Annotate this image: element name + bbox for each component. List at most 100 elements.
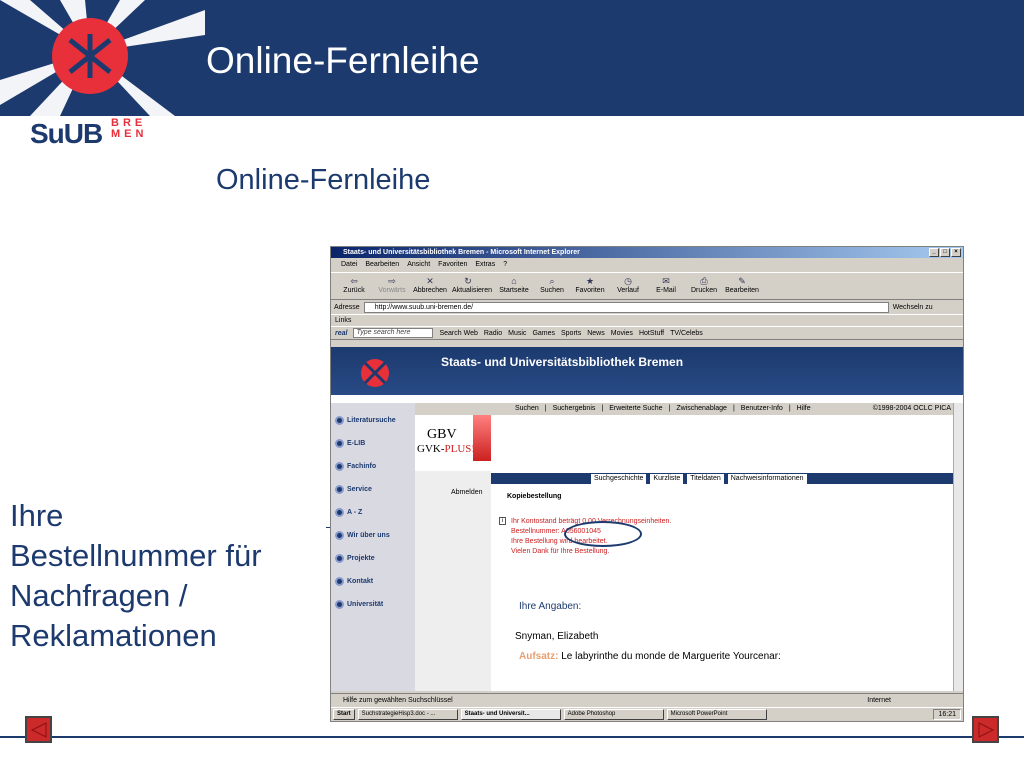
menu-item[interactable]: Favoriten	[438, 258, 467, 272]
home-button[interactable]: ⌂ Startseite	[495, 273, 533, 299]
opac-topnav: Suchen | Suchergebnis | Erweiterte Suche | …	[415, 403, 955, 415]
toolbar-label: Drucken	[690, 287, 718, 294]
sidenav-label: A - Z	[347, 509, 363, 516]
refresh-button[interactable]: ↻ Aktualisieren	[449, 273, 495, 299]
taskbar-item[interactable]: Staats- und Universit...	[460, 709, 561, 720]
sidenav-label: Kontakt	[347, 578, 374, 585]
sidenav-item[interactable]: Kontakt	[331, 570, 415, 593]
taskbar-clock: 16:21	[933, 709, 961, 720]
real-link[interactable]: TV/Celebs	[670, 330, 703, 337]
address-bar: Adresse http://www.suub.uni-bremen.de/ W…	[331, 300, 963, 314]
menu-item[interactable]: Datei	[341, 258, 357, 272]
print-button[interactable]: ⎙ Drucken	[685, 273, 723, 299]
logo-sub-bottom: MEN	[111, 128, 148, 140]
taskbar-item[interactable]: SuchstrategieHisp3.doc - ...	[357, 709, 458, 720]
logout-link[interactable]: Abmelden	[451, 489, 483, 496]
tab-nachweisinformationen[interactable]: Nachweisinformationen	[727, 474, 807, 484]
tab-titeldaten[interactable]: Titeldaten	[687, 474, 724, 484]
taskbar: Start SuchstrategieHisp3.doc - ... Staat…	[331, 707, 963, 721]
status-bar: Hilfe zum gewählten Suchschlüssel Intern…	[331, 693, 963, 707]
menu-item[interactable]: Bearbeiten	[365, 258, 399, 272]
topnav-link[interactable]: Benutzer-Info	[741, 403, 783, 415]
menu-item[interactable]: ?	[503, 258, 507, 272]
real-search-input[interactable]: Type search here	[353, 328, 434, 338]
tab-suchgeschichte[interactable]: Suchgeschichte	[591, 474, 647, 484]
real-link[interactable]: Music	[508, 330, 526, 337]
maximize-icon[interactable]: □	[940, 248, 950, 257]
real-link[interactable]: Movies	[611, 330, 633, 337]
next-slide-button[interactable]	[972, 716, 999, 743]
logo-text: SuUB	[30, 118, 103, 149]
sidenav-item[interactable]: Projekte	[331, 547, 415, 570]
real-link[interactable]: HotStuff	[639, 330, 664, 337]
real-link[interactable]: Sports	[561, 330, 581, 337]
toolbar-label: Startseite	[499, 287, 529, 294]
topnav-link[interactable]: Erweiterte Suche	[609, 403, 662, 415]
toolbar-label: Abbrechen	[413, 287, 447, 294]
tab-kurzliste[interactable]: Kurzliste	[650, 474, 684, 484]
forward-button[interactable]: ⇨ Vorwärts	[373, 273, 411, 299]
author-value: Snyman, Elizabeth	[515, 631, 599, 642]
toolbar-label: Vorwärts	[378, 287, 406, 294]
go-button[interactable]: Wechseln zu	[893, 304, 933, 311]
close-icon[interactable]: ×	[951, 248, 961, 257]
previous-slide-button[interactable]	[25, 716, 52, 743]
sidenav-item[interactable]: Wir über uns	[331, 524, 415, 547]
real-link[interactable]: News	[587, 330, 605, 337]
sidenav-item[interactable]: Fachinfo	[331, 455, 415, 478]
toolbar-label: Verlauf	[617, 287, 639, 294]
menu-item[interactable]: Ansicht	[407, 258, 430, 272]
vertical-scrollbar[interactable]	[953, 403, 963, 691]
gvk-label: GVK-	[417, 443, 445, 455]
real-link[interactable]: Radio	[484, 330, 502, 337]
address-label: Adresse	[334, 303, 360, 311]
taskbar-item[interactable]: Microsoft PowerPoint	[666, 709, 767, 720]
mail-button[interactable]: ✉ E-Mail	[647, 273, 685, 299]
sidenav-item[interactable]: E-LIB	[331, 432, 415, 455]
stop-icon: ✕	[426, 276, 434, 286]
favorites-button[interactable]: ★ Favoriten	[571, 273, 609, 299]
topnav-link[interactable]: Suchen	[515, 403, 539, 415]
edit-button[interactable]: ✎ Bearbeiten	[723, 273, 761, 299]
topnav-link[interactable]: Zwischenablage	[676, 403, 727, 415]
real-link[interactable]: Search Web	[439, 330, 477, 337]
sidenav-item[interactable]: Service	[331, 478, 415, 501]
sidenav-label: Service	[347, 486, 372, 493]
slide-subtitle: Online-Fernleihe	[216, 164, 431, 196]
search-button[interactable]: ⌕ Suchen	[533, 273, 571, 299]
footer-line	[0, 736, 1024, 738]
sidenav-label: Literatursuche	[347, 417, 396, 424]
bullet-icon	[335, 416, 344, 425]
bullet-icon	[335, 554, 344, 563]
window-title: Staats- und Universitätsbibliothek Breme…	[343, 249, 580, 256]
home-icon: ⌂	[511, 276, 517, 286]
menu-bar: Datei Bearbeiten Ansicht Favoriten Extra…	[331, 258, 963, 272]
history-button[interactable]: ◷ Verlauf	[609, 273, 647, 299]
sidenav-item[interactable]: A - Z	[331, 501, 415, 524]
links-bar[interactable]: Links	[331, 314, 963, 326]
window-titlebar: Staats- und Universitätsbibliothek Breme…	[331, 247, 963, 258]
site-banner: Staats- und Universitätsbibliothek Breme…	[331, 347, 963, 395]
real-link[interactable]: Games	[532, 330, 555, 337]
sidenav-item[interactable]: Literatursuche	[331, 409, 415, 432]
start-button[interactable]: Start	[333, 709, 355, 720]
taskbar-item[interactable]: Adobe Photoshop	[563, 709, 664, 720]
banner-title: Staats- und Universitätsbibliothek Breme…	[441, 355, 684, 369]
page-content: Staats- und Universitätsbibliothek Breme…	[331, 347, 963, 691]
topnav-link[interactable]: Suchergebnis	[553, 403, 596, 415]
sidenav-item[interactable]: Universität	[331, 593, 415, 616]
status-text: Hilfe zum gewählten Suchschlüssel	[343, 697, 453, 704]
toolbar-label: Bearbeiten	[725, 287, 759, 294]
aufsatz-label: Aufsatz:	[519, 651, 559, 662]
stop-button[interactable]: ✕ Abbrechen	[411, 273, 449, 299]
sidenav-label: Universität	[347, 601, 384, 608]
highlight-ellipse	[564, 521, 642, 547]
toolbar-label: Aktualisieren	[451, 287, 493, 294]
back-button[interactable]: ⇦ Zurück	[335, 273, 373, 299]
edit-icon: ✎	[738, 276, 746, 286]
sidenav-label: Projekte	[347, 555, 375, 562]
topnav-link[interactable]: Hilfe	[797, 403, 811, 415]
address-input[interactable]: http://www.suub.uni-bremen.de/	[363, 301, 889, 313]
menu-item[interactable]: Extras	[475, 258, 495, 272]
minimize-icon[interactable]: _	[929, 248, 939, 257]
